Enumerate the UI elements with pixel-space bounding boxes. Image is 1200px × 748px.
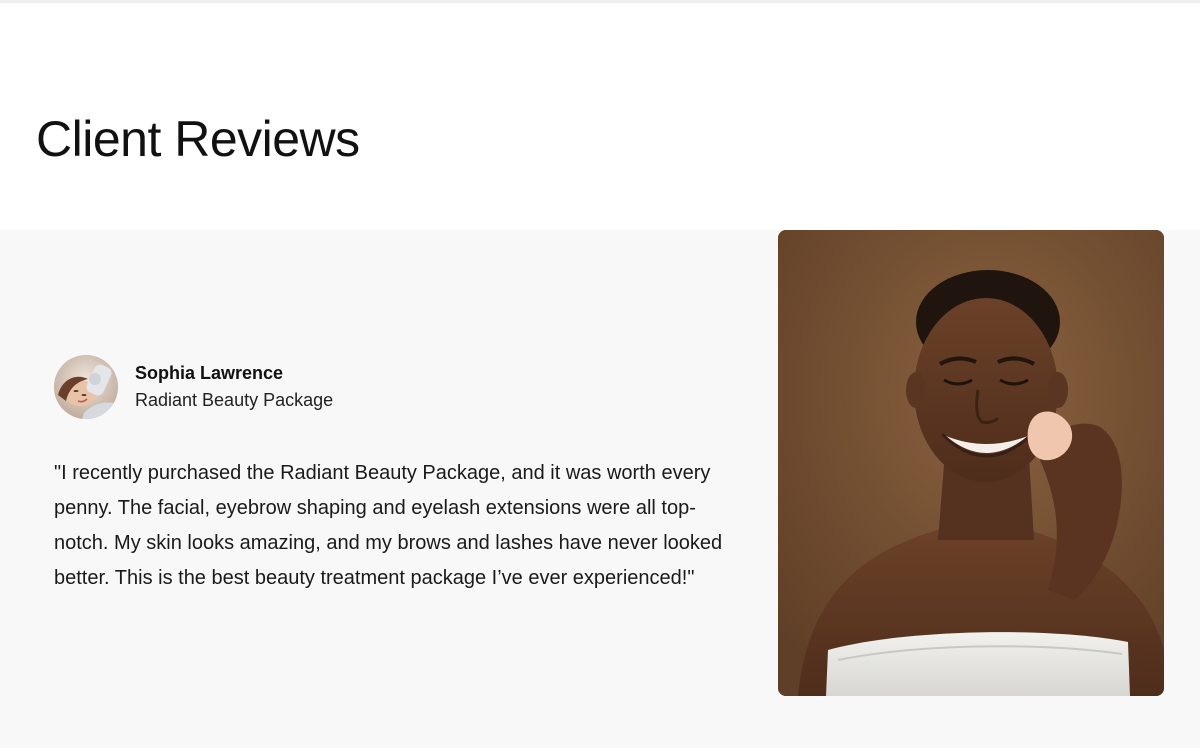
review-text: "I recently purchased the Radiant Beauty… [54, 462, 723, 589]
top-divider [0, 0, 1200, 3]
review-card: Sophia Lawrence Radiant Beauty Package "… [54, 355, 744, 596]
avatar [54, 355, 118, 419]
smiling-woman-with-beauty-sponge-photo-icon [778, 230, 1164, 696]
author-meta: Sophia Lawrence Radiant Beauty Package [135, 360, 333, 414]
page-title: Client Reviews [36, 111, 360, 167]
featured-photo [778, 230, 1164, 696]
package-name: Radiant Beauty Package [135, 390, 334, 410]
review-author: Sophia Lawrence Radiant Beauty Package [54, 355, 744, 419]
client-avatar-photo-icon [54, 355, 118, 419]
author-name: Sophia Lawrence [135, 363, 284, 383]
